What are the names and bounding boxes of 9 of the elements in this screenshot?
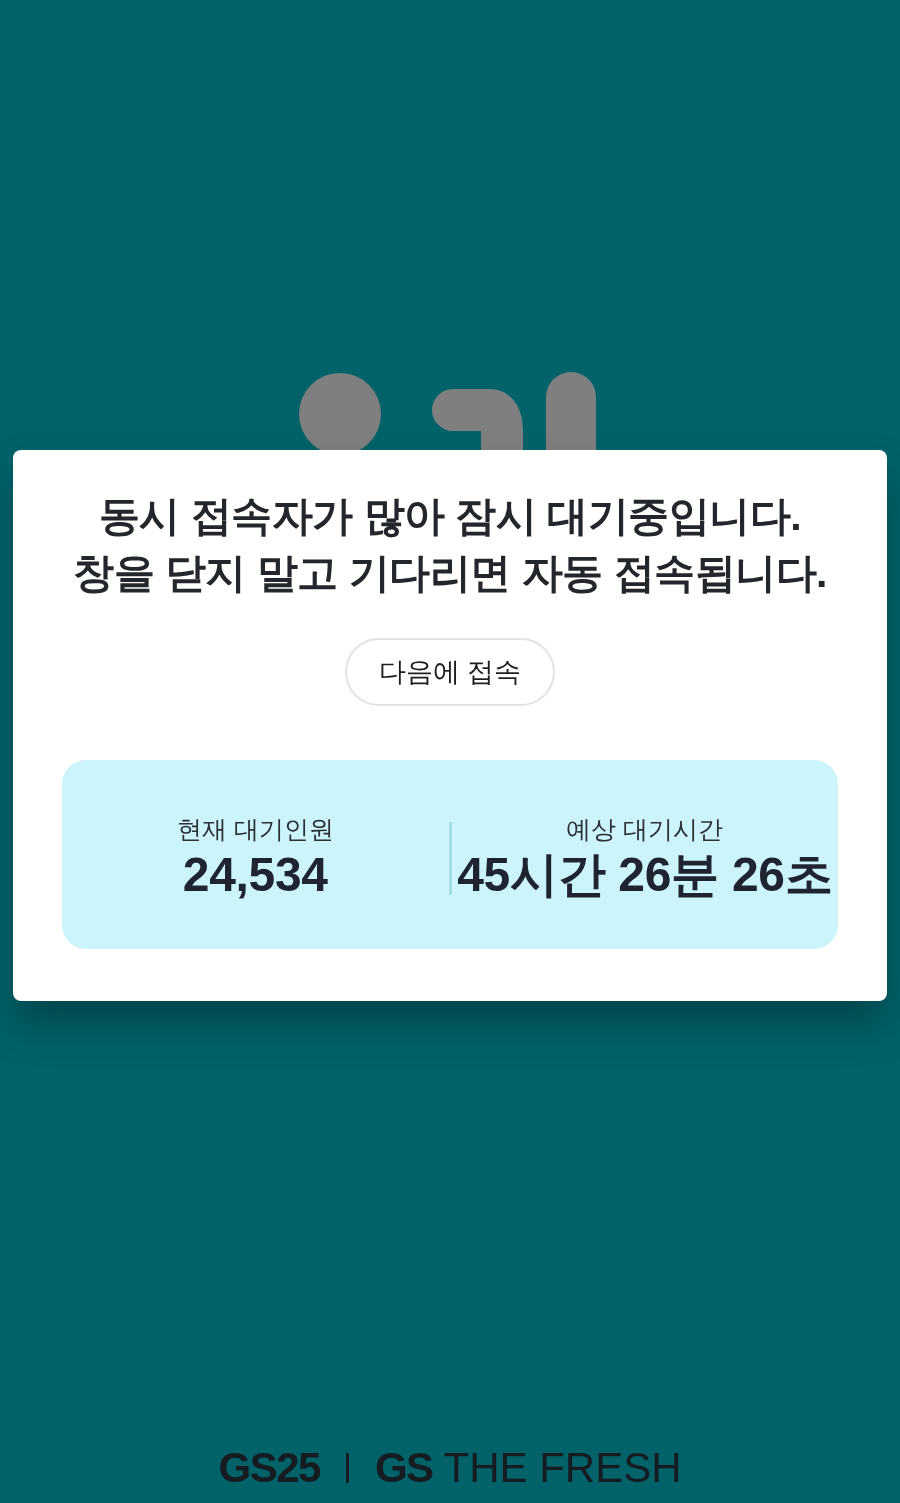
brand-logo: GS25 — [218, 1443, 320, 1493]
notice-heading: 창을 닫지 말고 기다리면 자동 접속됩니다. — [73, 549, 827, 598]
brand-logo: GS THE FRESH — [374, 1443, 682, 1493]
stat-label: 현재 대기인원 — [176, 813, 334, 845]
stat-label: 예상 대기시간 — [566, 813, 724, 845]
notice-heading: 동시 접속자가 많아 잠시 대기중입니다. — [98, 492, 802, 541]
connect-later-button[interactable]: 다음에 접속 — [345, 638, 555, 706]
stat-value: 24,534 — [182, 846, 328, 903]
stat-value: 45시간 26분 26초 — [457, 846, 833, 903]
